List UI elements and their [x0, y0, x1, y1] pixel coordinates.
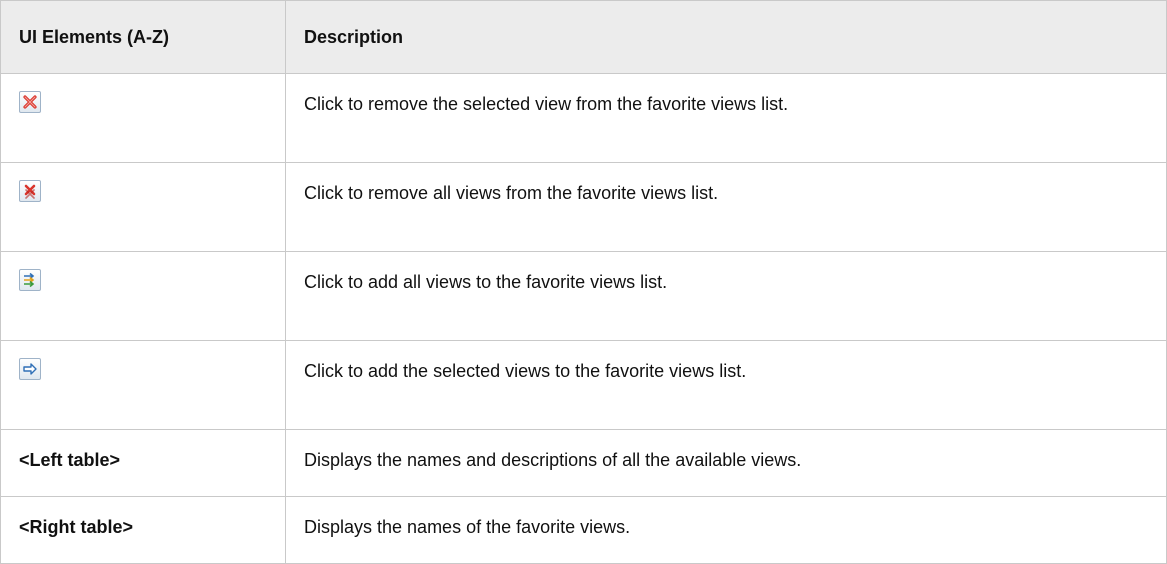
ui-element-cell — [0, 162, 286, 252]
remove-selected-icon — [19, 91, 41, 113]
table-row: <Right table> Displays the names of the … — [0, 496, 1167, 564]
description-cell: Click to add all views to the favorite v… — [285, 251, 1167, 341]
description-cell: Click to remove all views from the favor… — [285, 162, 1167, 252]
column-header-description: Description — [285, 0, 1167, 74]
column-header-ui-elements: UI Elements (A-Z) — [0, 0, 286, 74]
ui-element-cell — [0, 73, 286, 163]
ui-element-cell — [0, 251, 286, 341]
description-cell: Click to add the selected views to the f… — [285, 340, 1167, 430]
table-row: Click to add all views to the favorite v… — [0, 251, 1167, 341]
remove-all-icon — [19, 180, 41, 202]
ui-elements-table: UI Elements (A-Z) Description Click to r… — [0, 0, 1167, 564]
table-row: Click to add the selected views to the f… — [0, 340, 1167, 430]
table-row: Click to remove the selected view from t… — [0, 73, 1167, 163]
table-row: <Left table> Displays the names and desc… — [0, 429, 1167, 497]
ui-element-cell: <Left table> — [0, 429, 286, 497]
description-cell: Click to remove the selected view from t… — [285, 73, 1167, 163]
ui-element-cell: <Right table> — [0, 496, 286, 564]
add-selected-icon — [19, 358, 41, 380]
ui-element-cell — [0, 340, 286, 430]
table-header-row: UI Elements (A-Z) Description — [0, 0, 1167, 74]
description-cell: Displays the names of the favorite views… — [285, 496, 1167, 564]
description-cell: Displays the names and descriptions of a… — [285, 429, 1167, 497]
add-all-icon — [19, 269, 41, 291]
table-row: Click to remove all views from the favor… — [0, 162, 1167, 252]
